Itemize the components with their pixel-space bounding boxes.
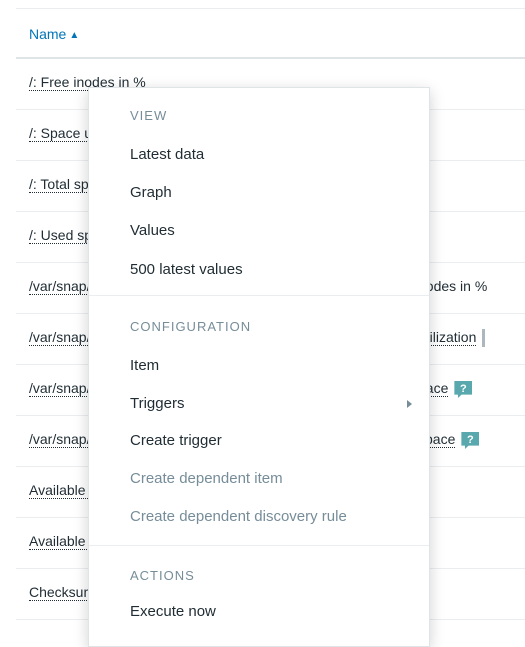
menu-item-create-dependent-item: Create dependent item <box>130 470 283 487</box>
menu-item-create-dependent-discovery-rule: Create dependent discovery rule <box>130 508 347 525</box>
sort-ascending-icon: ▲ <box>69 30 80 41</box>
menu-section-configuration: CONFIGURATION <box>130 319 252 334</box>
menu-item-triggers[interactable]: Triggers <box>130 395 184 412</box>
menu-item-500-latest-values[interactable]: 500 latest values <box>130 261 243 278</box>
menu-item-graph[interactable]: Graph <box>130 184 172 201</box>
item-context-menu: VIEW Latest data Graph Values 500 latest… <box>88 87 430 647</box>
menu-section-actions: ACTIONS <box>130 568 195 583</box>
help-hint-icon[interactable]: ? <box>461 432 480 449</box>
help-hint-icon[interactable]: ? <box>454 381 473 398</box>
table-header: Name ▲ <box>16 9 525 59</box>
menu-item-item[interactable]: Item <box>130 357 159 374</box>
menu-item-latest-data[interactable]: Latest data <box>130 146 204 163</box>
menu-item-create-trigger[interactable]: Create trigger <box>130 432 222 449</box>
menu-item-values[interactable]: Values <box>130 222 175 239</box>
menu-section-view: VIEW <box>130 108 168 123</box>
menu-divider <box>89 545 429 546</box>
submenu-arrow-icon <box>407 400 412 408</box>
menu-divider <box>89 295 429 296</box>
name-column-header[interactable]: Name ▲ <box>29 26 79 42</box>
menu-item-execute-now[interactable]: Execute now <box>130 603 216 620</box>
scroll-edge-bar <box>482 329 486 348</box>
